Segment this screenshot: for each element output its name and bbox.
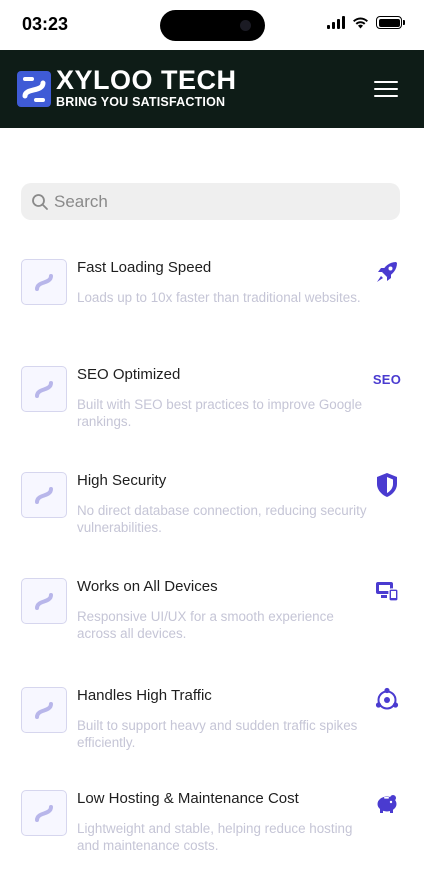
piggy-bank-icon bbox=[374, 790, 400, 816]
camera-dot bbox=[240, 20, 251, 31]
status-time: 03:23 bbox=[22, 14, 69, 34]
logo-placeholder-icon bbox=[35, 381, 53, 398]
wifi-icon bbox=[353, 17, 368, 29]
signal-icon bbox=[327, 16, 345, 29]
brand-name[interactable]: XYLOO TECH bbox=[56, 65, 237, 96]
seo-icon: SEO bbox=[370, 366, 404, 392]
feature-description: Responsive UI/UX for a smooth experience… bbox=[77, 609, 334, 641]
rocket-icon bbox=[374, 259, 400, 285]
feature-title: Works on All Devices bbox=[77, 578, 218, 595]
feature-thumbnail bbox=[21, 790, 67, 836]
feature-description: Lightweight and stable, helping reduce h… bbox=[77, 821, 353, 853]
feature-description: No direct database connection, reducing … bbox=[77, 503, 367, 535]
shield-icon bbox=[374, 472, 400, 498]
feature-description: Loads up to 10x faster than traditional … bbox=[77, 290, 361, 305]
feature-thumbnail bbox=[21, 366, 67, 412]
status-bar: 03:23 bbox=[0, 0, 424, 50]
search-bar[interactable] bbox=[21, 183, 400, 220]
logo-icon bbox=[17, 71, 51, 107]
feature-title: High Security bbox=[77, 472, 167, 489]
feature-thumbnail bbox=[21, 578, 67, 624]
feature-description: Built with SEO best practices to improve… bbox=[77, 397, 363, 429]
logo-placeholder-icon bbox=[35, 593, 53, 610]
feature-thumbnail bbox=[21, 259, 67, 305]
search-input[interactable] bbox=[54, 191, 384, 212]
search-icon bbox=[32, 193, 48, 210]
feature-title: Low Hosting & Maintenance Cost bbox=[77, 790, 299, 807]
site-header: XYLOO TECH BRING YOU SATISFACTION bbox=[0, 50, 424, 128]
battery-icon bbox=[376, 16, 405, 29]
logo-placeholder-icon bbox=[35, 805, 53, 822]
logo-placeholder-icon bbox=[35, 487, 53, 504]
feature-thumbnail bbox=[21, 687, 67, 733]
logo-placeholder-icon bbox=[35, 274, 53, 291]
devices-icon bbox=[374, 578, 400, 604]
feature-title: Handles High Traffic bbox=[77, 687, 212, 704]
hamburger-menu-button[interactable] bbox=[374, 81, 398, 97]
network-icon bbox=[374, 687, 400, 713]
seo-icon-label: SEO bbox=[372, 371, 402, 387]
feature-thumbnail bbox=[21, 472, 67, 518]
brand-tagline: BRING YOU SATISFACTION bbox=[56, 95, 226, 109]
feature-title: Fast Loading Speed bbox=[77, 259, 212, 276]
dynamic-island bbox=[160, 10, 265, 41]
feature-title: SEO Optimized bbox=[77, 366, 181, 383]
status-icons bbox=[327, 16, 405, 29]
feature-description: Built to support heavy and sudden traffi… bbox=[77, 718, 358, 750]
logo-placeholder-icon bbox=[35, 702, 53, 719]
